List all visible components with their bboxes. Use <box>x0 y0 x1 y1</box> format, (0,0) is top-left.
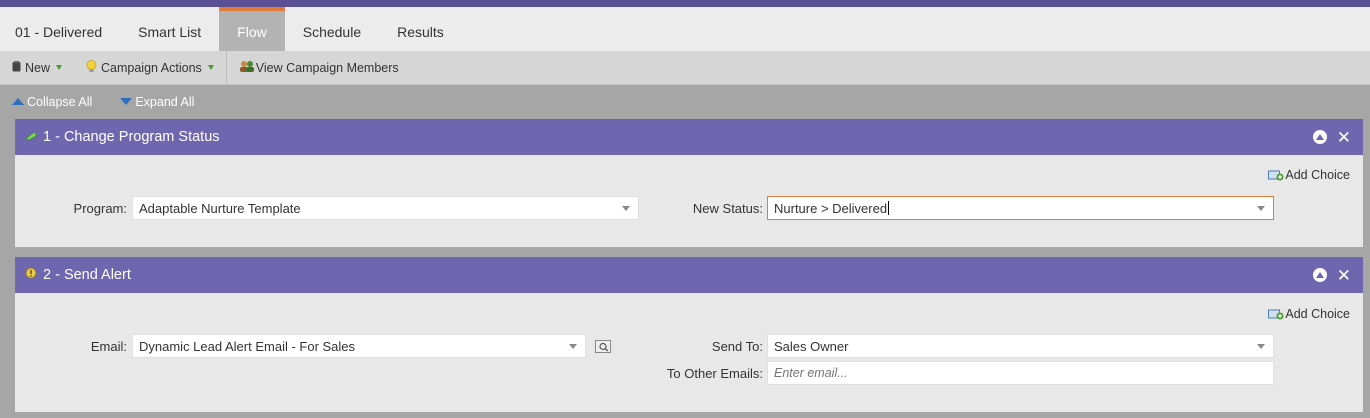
program-label: Program: <box>73 201 127 216</box>
program-value: Adaptable Nurture Template <box>139 200 301 216</box>
send-alert-icon <box>25 267 38 283</box>
new-status-label: New Status: <box>692 201 763 216</box>
chevron-down-icon <box>1257 344 1265 349</box>
send-to-label: Send To: <box>711 339 763 354</box>
add-choice-icon <box>1268 309 1284 320</box>
new-status-value: Nurture > Delivered <box>774 200 888 216</box>
to-other-emails-input[interactable] <box>774 366 1273 380</box>
new-label: New <box>25 60 51 75</box>
chevron-down-icon <box>622 206 630 211</box>
view-campaign-members-label: View Campaign Members <box>255 60 399 75</box>
tab-delivered[interactable]: 01 - Delivered <box>0 7 120 51</box>
send-to-select[interactable]: Sales Owner <box>767 334 1274 358</box>
change-status-icon <box>25 129 38 145</box>
view-campaign-members-button[interactable]: View Campaign Members <box>225 51 411 84</box>
new-status-select[interactable]: Nurture > Delivered <box>767 196 1274 220</box>
add-choice-button[interactable]: Add Choice <box>1268 307 1350 321</box>
collapse-icon <box>12 98 24 105</box>
toolbar: New Campaign Actions View Campaign Membe… <box>0 51 1370 85</box>
step-header[interactable]: 1 - Change Program Status ✕ <box>15 119 1363 155</box>
move-up-icon[interactable] <box>1312 268 1327 282</box>
email-value: Dynamic Lead Alert Email - For Sales <box>139 338 356 354</box>
close-icon[interactable]: ✕ <box>1337 129 1351 146</box>
new-icon <box>12 60 21 75</box>
lightbulb-icon <box>86 59 97 76</box>
tab-results[interactable]: Results <box>379 7 462 51</box>
program-select[interactable]: Adaptable Nurture Template <box>132 196 639 220</box>
top-accent-bar <box>0 0 1370 7</box>
chevron-down-icon <box>56 65 63 70</box>
to-other-emails-field[interactable] <box>767 361 1274 385</box>
add-choice-button[interactable]: Add Choice <box>1268 168 1350 182</box>
tab-smart-list[interactable]: Smart List <box>120 7 219 51</box>
tab-flow[interactable]: Flow <box>219 7 285 51</box>
step-header[interactable]: 2 - Send Alert ✕ <box>15 257 1363 293</box>
add-choice-label: Add Choice <box>1285 307 1350 321</box>
collapse-expand-bar: Collapse All Expand All <box>0 85 1370 118</box>
move-up-icon[interactable] <box>1312 130 1327 144</box>
chevron-down-icon <box>207 65 214 70</box>
tab-bar: 01 - Delivered Smart List Flow Schedule … <box>0 7 1370 51</box>
members-icon <box>239 60 255 76</box>
campaign-actions-button[interactable]: Campaign Actions <box>74 51 226 84</box>
tab-schedule[interactable]: Schedule <box>285 7 379 51</box>
add-choice-label: Add Choice <box>1285 168 1350 182</box>
expand-all-button[interactable]: Expand All <box>120 95 194 109</box>
step-title: 1 - Change Program Status <box>43 129 220 145</box>
add-choice-icon <box>1268 170 1284 181</box>
to-other-emails-label: To Other Emails: <box>666 366 763 381</box>
email-label: Email: <box>90 339 127 354</box>
step-title: 2 - Send Alert <box>43 267 131 283</box>
collapse-all-button[interactable]: Collapse All <box>12 95 92 109</box>
campaign-actions-label: Campaign Actions <box>101 60 202 75</box>
text-cursor <box>888 201 890 215</box>
expand-icon <box>120 98 133 105</box>
close-icon[interactable]: ✕ <box>1337 267 1351 284</box>
flow-step-send-alert: 2 - Send Alert ✕ Add Choice Email: Dynam… <box>15 257 1363 412</box>
flow-step-change-program-status: 1 - Change Program Status ✕ Add Choice P… <box>15 119 1363 247</box>
send-to-value: Sales Owner <box>774 338 849 354</box>
new-button[interactable]: New <box>0 51 74 84</box>
preview-icon[interactable] <box>595 340 611 353</box>
email-select[interactable]: Dynamic Lead Alert Email - For Sales <box>132 334 586 358</box>
chevron-down-icon <box>569 344 577 349</box>
expand-all-label: Expand All <box>135 94 195 109</box>
chevron-down-icon <box>1257 206 1265 211</box>
collapse-all-label: Collapse All <box>27 94 93 109</box>
